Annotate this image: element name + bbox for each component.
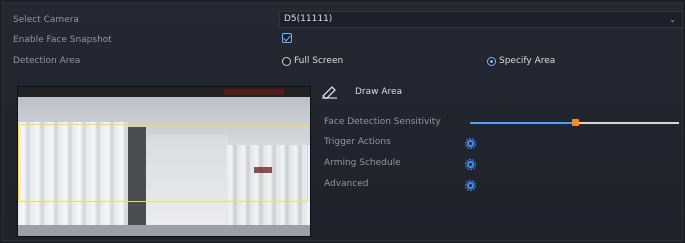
chevron-down-icon: ⌄ — [669, 15, 676, 24]
sensitivity-slider-fill — [470, 122, 575, 124]
trigger-actions-label: Trigger Actions — [324, 137, 391, 147]
sensitivity-slider-thumb[interactable] — [571, 119, 579, 126]
full-screen-radio[interactable] — [282, 57, 291, 66]
sensitivity-slider[interactable] — [470, 119, 679, 126]
face-detection-settings-panel: Select Camera D5(11111) ⌄ Enable Face Sn… — [2, 2, 683, 241]
camera-select-value: D5(11111) — [284, 14, 333, 24]
specify-area-label: Specify Area — [499, 56, 556, 66]
detection-area-label: Detection Area — [13, 56, 81, 66]
gear-icon[interactable] — [465, 138, 476, 149]
enable-face-snapshot-checkbox[interactable] — [282, 33, 292, 43]
draw-area-button[interactable]: Draw Area — [321, 84, 402, 100]
specify-area-radio[interactable] — [487, 57, 496, 66]
enable-face-snapshot-label: Enable Face Snapshot — [13, 35, 112, 45]
face-detection-zone[interactable] — [18, 124, 308, 202]
pen-icon — [322, 86, 337, 99]
camera-preview[interactable] — [17, 86, 311, 237]
gear-icon[interactable] — [465, 159, 476, 170]
advanced-label: Advanced — [324, 179, 369, 189]
draw-area-label: Draw Area — [355, 87, 403, 97]
camera-select[interactable]: D5(11111) ⌄ — [279, 11, 683, 28]
gear-icon[interactable] — [465, 180, 476, 191]
full-screen-label: Full Screen — [294, 56, 344, 66]
arming-schedule-label: Arming Schedule — [324, 158, 401, 168]
select-camera-label: Select Camera — [13, 15, 79, 25]
face-detection-sensitivity-label: Face Detection Sensitivity — [324, 117, 441, 127]
